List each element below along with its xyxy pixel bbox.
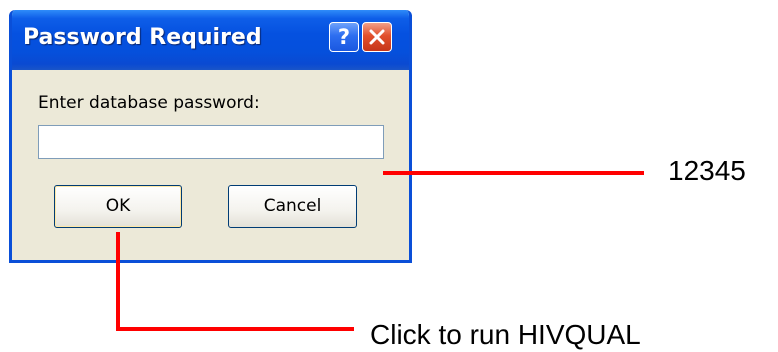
password-callout-text: 12345 [668, 155, 746, 186]
callout-lines [116, 171, 644, 331]
ok-callout-line [116, 232, 354, 331]
ok-callout-text: Click to run HIVQUAL [370, 319, 641, 350]
